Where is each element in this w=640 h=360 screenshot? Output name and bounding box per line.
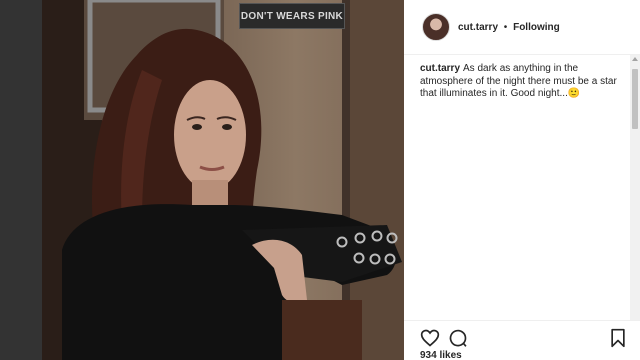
scroll-thumb[interactable] — [632, 69, 638, 129]
post-header: cut.tarry • Following — [404, 0, 640, 55]
scroll-up-icon[interactable] — [632, 57, 638, 61]
avatar[interactable] — [422, 13, 450, 41]
following-button[interactable]: Following — [513, 22, 560, 33]
likes-count[interactable]: 934 likes — [420, 350, 462, 360]
left-margin — [0, 0, 42, 360]
post-sidebar: cut.tarry • Following cut.tarry As dark a… — [404, 0, 640, 360]
heart-icon[interactable] — [420, 328, 440, 348]
post-caption: cut.tarry As dark as anything in the atmo… — [420, 63, 628, 101]
username-link[interactable]: cut.tarry — [458, 22, 498, 33]
caption-username-link[interactable]: cut.tarry — [420, 63, 460, 74]
header-text: cut.tarry • Following — [458, 22, 560, 33]
post-photo[interactable]: DON'T WEARS PINK — [42, 0, 404, 360]
wall-sign: DON'T WEARS PINK — [239, 3, 345, 29]
comments-scrollbar[interactable] — [630, 55, 640, 321]
separator-dot: • — [503, 21, 508, 33]
comment-icon[interactable] — [448, 328, 468, 348]
bookmark-icon[interactable] — [608, 328, 628, 348]
photo-illustration — [42, 0, 404, 360]
